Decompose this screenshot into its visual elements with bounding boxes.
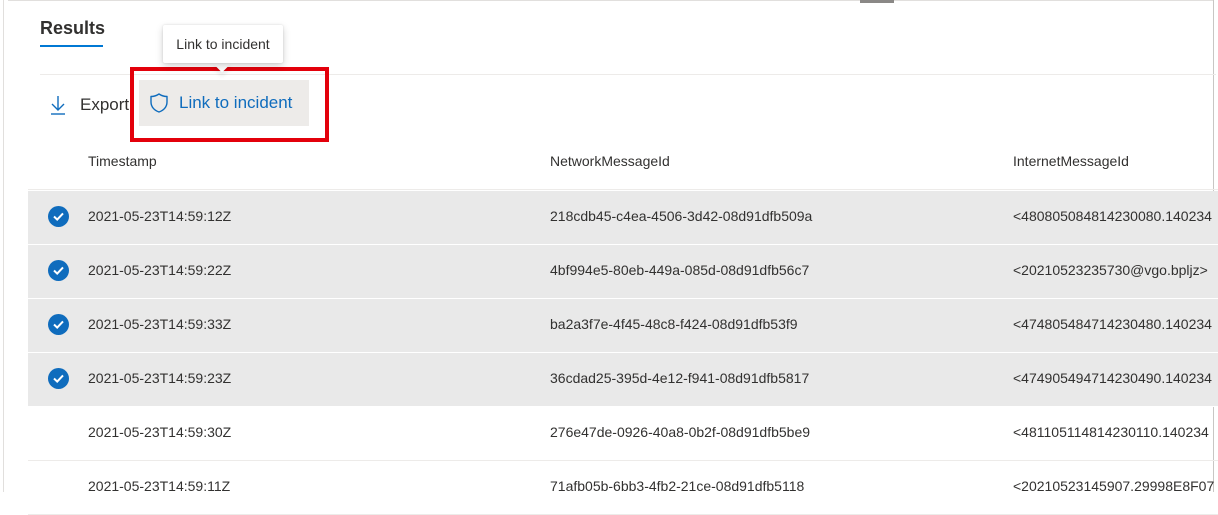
table-row[interactable]: 2021-05-23T14:59:22Z 4bf994e5-80eb-449a-… (28, 245, 1218, 299)
cell-networkmessageid: 218cdb45-c4ea-4506-3d42-08d91dfb509a (550, 208, 813, 224)
cell-timestamp: 2021-05-23T14:59:23Z (88, 370, 232, 386)
cell-timestamp: 2021-05-23T14:59:30Z (88, 424, 232, 440)
table-row[interactable]: 2021-05-23T14:59:23Z 36cdad25-395d-4e12-… (28, 353, 1218, 407)
link-to-incident-label: Link to incident (179, 93, 293, 112)
link-to-incident-button[interactable]: Link to incident (139, 80, 309, 126)
cell-networkmessageid: 36cdad25-395d-4e12-f941-08d91dfb5817 (550, 370, 810, 386)
cell-timestamp: 2021-05-23T14:59:12Z (88, 208, 232, 224)
column-header-networkmessageid[interactable]: NetworkMessageId (550, 153, 670, 169)
table-row[interactable]: 2021-05-23T14:59:30Z 276e47de-0926-40a8-… (28, 407, 1218, 461)
cell-timestamp: 2021-05-23T14:59:33Z (88, 316, 232, 332)
column-header-internetmessageid[interactable]: InternetMessageId (1013, 153, 1129, 169)
export-button[interactable]: Export (48, 88, 129, 122)
row-checkbox-checked-icon[interactable] (48, 206, 69, 227)
table-row[interactable]: 2021-05-23T14:59:33Z ba2a3f7e-4f45-48c8-… (28, 299, 1218, 353)
shield-icon (148, 91, 170, 115)
table-row[interactable]: 2021-05-23T14:59:12Z 218cdb45-c4ea-4506-… (28, 191, 1218, 245)
column-header-timestamp[interactable]: Timestamp (88, 153, 157, 169)
cell-internetmessageid: <474805484714230480.140234 (1013, 316, 1212, 332)
left-border (3, 0, 4, 492)
tooltip: Link to incident (163, 25, 283, 63)
row-checkbox-checked-icon[interactable] (48, 260, 69, 281)
cell-internetmessageid: <20210523235730@vgo.bpljz> (1013, 262, 1208, 278)
tab-results-underline (40, 45, 103, 47)
row-checkbox-checked-icon[interactable] (48, 314, 69, 335)
cell-internetmessageid: <480805084814230080.140234 (1013, 208, 1212, 224)
download-icon (48, 93, 68, 117)
table-row[interactable]: 2021-05-23T14:59:11Z 71afb05b-6bb3-4fb2-… (28, 461, 1218, 515)
tab-divider (40, 74, 1216, 75)
tooltip-text: Link to incident (176, 36, 270, 52)
tab-results[interactable]: Results (40, 18, 105, 39)
export-label: Export (80, 95, 130, 114)
top-border (8, 0, 1218, 1)
cell-networkmessageid: 4bf994e5-80eb-449a-085d-08d91dfb56c7 (550, 262, 810, 278)
row-checkbox-checked-icon[interactable] (48, 368, 69, 389)
cell-timestamp: 2021-05-23T14:59:22Z (88, 262, 232, 278)
cell-internetmessageid: <474905494714230490.140234 (1013, 370, 1212, 386)
top-splitter-handle[interactable] (860, 0, 894, 3)
cell-internetmessageid: <481105114814230110.140234 (1013, 424, 1209, 440)
header-separator (28, 189, 1218, 190)
cell-networkmessageid: ba2a3f7e-4f45-48c8-f424-08d91dfb53f9 (550, 316, 798, 332)
cell-networkmessageid: 276e47de-0926-40a8-0b2f-08d91dfb5be9 (550, 424, 811, 440)
